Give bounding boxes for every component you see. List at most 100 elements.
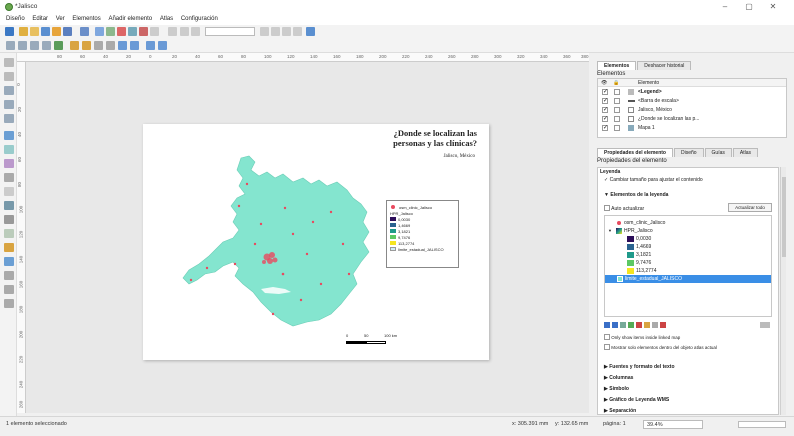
tab-deshacer-historial[interactable]: Deshacer historial (637, 61, 692, 70)
align-left-icon[interactable] (146, 41, 155, 50)
atlas-feature-select[interactable] (205, 27, 255, 36)
section-fuentes[interactable]: ▶ Fuentes y formato del texto (604, 364, 675, 370)
lock-checkbox[interactable] (614, 107, 620, 113)
last-feature-icon[interactable] (271, 27, 280, 36)
show-atlas-box[interactable] (604, 344, 610, 350)
zoom-full-icon[interactable] (30, 41, 39, 50)
filter-menu-icon[interactable] (760, 322, 770, 328)
element-row[interactable]: ✓ <Barra de escala> (598, 97, 786, 105)
prev-feature-icon[interactable] (191, 27, 200, 36)
lock-checkbox[interactable] (614, 89, 620, 95)
ungroup-icon[interactable] (106, 41, 115, 50)
section-elementos-leyenda[interactable]: ▼ Elementos de la leyenda (604, 192, 668, 198)
edit-nodes-icon[interactable] (4, 114, 14, 123)
refresh-icon[interactable] (54, 41, 63, 50)
move-down-icon[interactable] (604, 322, 610, 328)
lock-checkbox[interactable] (614, 116, 620, 122)
tab-guias[interactable]: Guías (704, 148, 732, 157)
atlas-settings-icon[interactable] (306, 27, 315, 36)
auto-update-checkbox[interactable]: Auto actualizar (604, 204, 644, 212)
atlas-preview-icon[interactable] (168, 27, 177, 36)
tab-propiedades-elemento[interactable]: Propiedades del elemento (597, 148, 673, 157)
select-tool-icon[interactable] (4, 86, 14, 95)
sum-icon[interactable] (660, 322, 666, 328)
tree-item[interactable]: 9,7476 (605, 259, 771, 267)
zoom-combo[interactable]: 39.4% (643, 420, 703, 429)
add-3d-map-icon[interactable] (4, 145, 14, 154)
section-columnas[interactable]: ▶ Columnas (604, 375, 633, 381)
add-label-icon[interactable] (4, 187, 14, 196)
tree-item[interactable]: 0,0030 (605, 235, 771, 243)
distribute-icon[interactable] (158, 41, 167, 50)
lock-checkbox[interactable] (614, 98, 620, 104)
add-arrow-icon[interactable] (4, 271, 14, 280)
resize-checkbox-row[interactable]: ✓ Cambiar tamaño para ajustar el conteni… (604, 177, 703, 183)
map-legend[interactable]: osm_clinic_Jalisco HPR_Jalisco 0,0030 1,… (386, 200, 459, 268)
zoom-out-icon[interactable] (18, 41, 27, 50)
export-atlas-icon[interactable] (293, 27, 302, 36)
properties-scrollbar[interactable] (780, 167, 786, 415)
tab-diseno[interactable]: Diseño (673, 148, 704, 157)
element-row[interactable]: ✓ <Legend> (598, 88, 786, 96)
visibility-checkbox[interactable]: ✓ (602, 89, 608, 95)
expression-icon[interactable] (652, 322, 658, 328)
element-row[interactable]: ✓ Mapa 1 (598, 124, 786, 132)
close-button[interactable]: ✕ (766, 2, 780, 12)
export-svg-icon[interactable] (106, 27, 115, 36)
pan-icon[interactable] (4, 58, 14, 67)
save-icon[interactable] (5, 27, 14, 36)
add-map-icon[interactable] (4, 131, 14, 140)
layout-manager-icon[interactable] (41, 27, 50, 36)
element-row[interactable]: ✓ Jalisco, México (598, 106, 786, 114)
auto-update-box[interactable] (604, 205, 610, 211)
menu-ver[interactable]: Ver (56, 16, 65, 22)
add-group-icon[interactable] (620, 322, 626, 328)
add-marker-icon[interactable] (4, 257, 14, 266)
section-separacion[interactable]: ▶ Separación (604, 408, 636, 414)
atlas-icon[interactable] (128, 27, 137, 36)
menu-atlas[interactable]: Atlas (160, 16, 173, 22)
tab-elementos[interactable]: Elementos (597, 61, 637, 70)
only-show-linked-checkbox[interactable]: Only show items inside linked map (604, 333, 680, 340)
visibility-checkbox[interactable]: ✓ (602, 125, 608, 131)
tree-item[interactable]: osm_clinic_Jalisco (605, 219, 771, 227)
export-image-icon[interactable] (95, 27, 104, 36)
add-html-icon[interactable] (4, 173, 14, 182)
visibility-checkbox[interactable]: ✓ (602, 98, 608, 104)
map-title[interactable]: ¿Donde se localizan las personas y las c… (347, 128, 477, 148)
section-grafico-wms[interactable]: ▶ Gráfico de Leyenda WMS (604, 397, 669, 403)
tab-atlas[interactable]: Atlas (732, 148, 759, 157)
print-icon[interactable] (80, 27, 89, 36)
map-subtitle[interactable]: Jalisco, México (444, 154, 475, 159)
zoom-in-icon[interactable] (6, 41, 15, 50)
zoom-slider[interactable] (738, 421, 786, 428)
menu-anadir-elemento[interactable]: Añadir elemento (108, 16, 152, 22)
visibility-checkbox[interactable]: ✓ (602, 116, 608, 122)
duplicate-layout-icon[interactable] (30, 27, 39, 36)
lower-icon[interactable] (130, 41, 139, 50)
add-north-arrow-icon[interactable] (4, 229, 14, 238)
update-all-button[interactable]: Actualizar todo (728, 203, 772, 212)
remove-item-icon[interactable] (636, 322, 642, 328)
menu-editar[interactable]: Editar (32, 16, 48, 22)
scrollbar-thumb[interactable] (782, 177, 786, 257)
zoom-actual-icon[interactable] (42, 41, 51, 50)
redo-icon[interactable] (150, 27, 159, 36)
tree-item[interactable]: 1,4669 (605, 243, 771, 251)
group-icon[interactable] (94, 41, 103, 50)
first-feature-icon[interactable] (180, 27, 189, 36)
show-atlas-checkbox[interactable]: Mostrar solo elementos dentro del objeto… (604, 343, 717, 350)
unlock-items-icon[interactable] (82, 41, 91, 50)
new-layout-icon[interactable] (19, 27, 28, 36)
add-polygon-icon[interactable] (4, 285, 14, 294)
menu-elementos[interactable]: Elementos (72, 16, 100, 22)
tree-item[interactable]: 113,2774 (605, 267, 771, 275)
add-legend-icon[interactable] (4, 201, 14, 210)
open-template-icon[interactable] (52, 27, 61, 36)
edit-item-icon[interactable] (644, 322, 650, 328)
tree-item[interactable]: 3,1821 (605, 251, 771, 259)
menu-diseno[interactable]: Diseño (6, 16, 25, 22)
layout-page[interactable]: ¿Donde se localizan las personas y las c… (143, 124, 489, 360)
tree-item-selected[interactable]: limite_estadual_JALISCO (605, 275, 771, 283)
add-shape-icon[interactable] (4, 243, 14, 252)
